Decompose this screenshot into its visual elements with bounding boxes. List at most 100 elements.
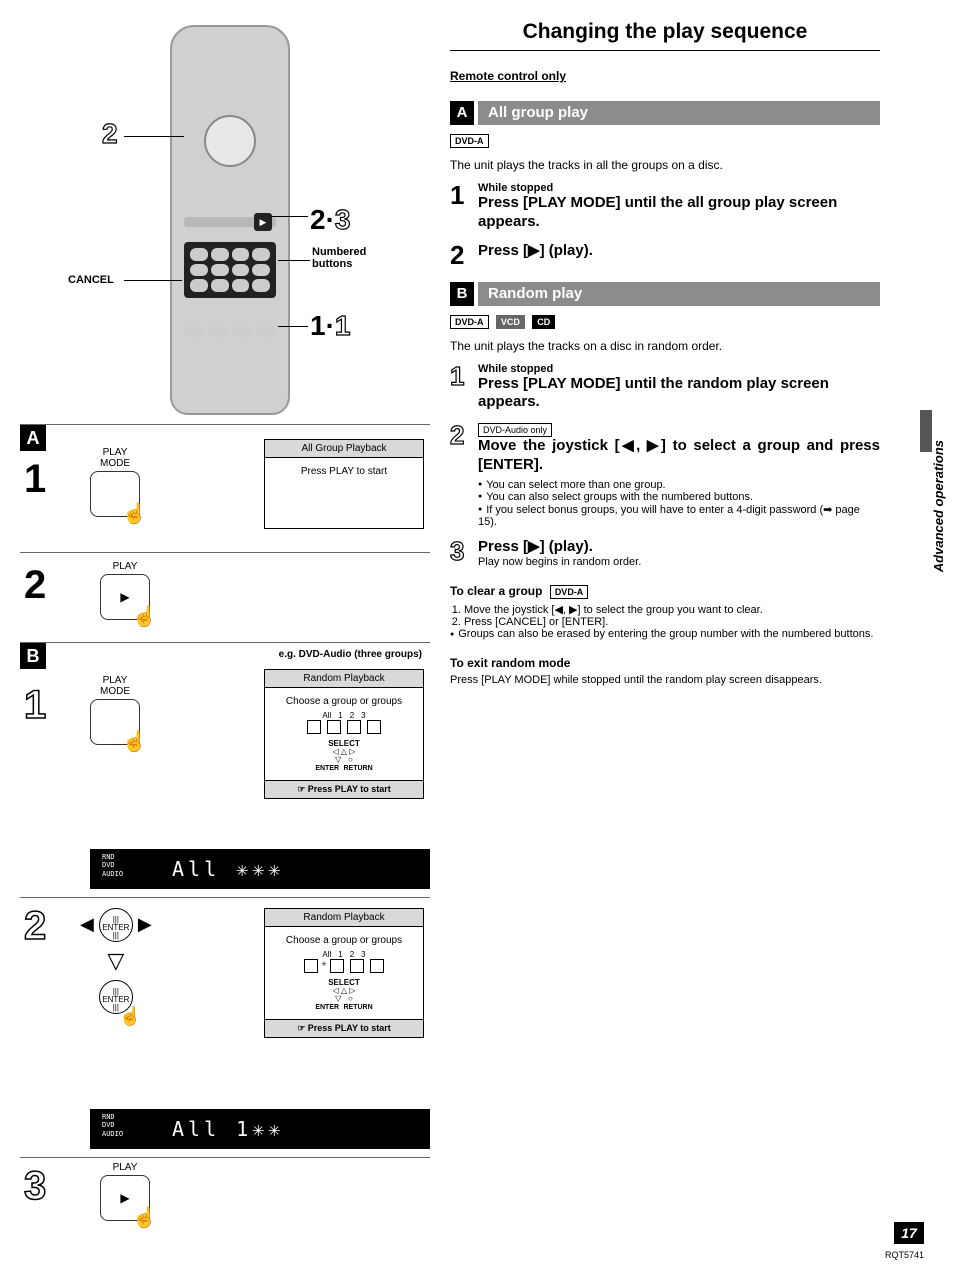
enter-press-icon: |||ENTER|||☝ [80, 980, 152, 1014]
format-note: DVD-Audio only [478, 423, 552, 437]
callout-1-1: 1·1 [310, 310, 350, 342]
panel-b-step1: B e.g. DVD-Audio (three groups) 1 PLAY M… [20, 643, 430, 898]
step-content: Press [▶] (play). [478, 242, 880, 268]
callout-line [278, 260, 310, 261]
format-badge: DVD-A [550, 585, 589, 599]
playmode-button-graphic: PLAY MODE [90, 447, 140, 520]
step-sub: Play now begins in random order. [478, 556, 880, 568]
section-a-header: A All group play [450, 101, 880, 125]
section-letter: B [450, 282, 474, 306]
osd-random2: Random Playback Choose a group or groups… [264, 908, 424, 1038]
remote-only-note: Remote control only [450, 69, 880, 83]
step-main: Press [▶] (play). [478, 242, 880, 261]
step-pre: While stopped [478, 363, 880, 375]
group-box [307, 720, 321, 734]
joystick-icon [204, 115, 256, 167]
display-strip: RND DVD AUDIO All 1✳✳ [90, 1109, 430, 1149]
osd-footer: ☞ Press PLAY to start [265, 1019, 423, 1037]
select-diagram: SELECT ◁ △ ▷ ▽ ○ ENTER RETURN [271, 979, 417, 1011]
format-badge: DVD-A [450, 315, 489, 329]
remote-diagram: ▶ 2 2·3 Numbered buttons CANCE [20, 20, 430, 425]
format-badge: VCD [496, 315, 525, 329]
section-b-header: B Random play [450, 282, 880, 306]
intro-text: The unit plays the tracks in all the gro… [450, 158, 880, 172]
panel-a-step1: A 1 PLAY MODE All Group Playback Press P… [20, 425, 430, 553]
step-number: 3 [450, 538, 478, 569]
step-number: 1 [24, 457, 46, 502]
side-section-label: Advanced operations [931, 440, 946, 572]
callout-2-3: 2·3 [310, 204, 350, 236]
group-box [367, 720, 381, 734]
format-badge: CD [532, 315, 555, 329]
right-column: Changing the play sequence Remote contro… [450, 20, 880, 1238]
step-number: 2 [24, 563, 46, 608]
callout-line [124, 280, 182, 281]
playmode-button-graphic: PLAY MODE [90, 675, 140, 748]
left-column: ▶ 2 2·3 Numbered buttons CANCE [20, 20, 430, 1238]
plus-icon: + [321, 959, 326, 969]
press-icon [90, 471, 140, 517]
document-code: RQT5741 [885, 1250, 924, 1260]
step-number: 1 [450, 363, 478, 413]
arrows-icon: ◀ |||ENTER||| ▶ [80, 908, 152, 942]
osd-body: Choose a group or groups All123 + SELECT… [265, 927, 423, 1019]
step-main: Press [PLAY MODE] until the all group pl… [478, 194, 880, 232]
step-number: 2 [24, 904, 46, 949]
page-number: 17 [894, 1222, 924, 1244]
callout-2: 2 [102, 118, 118, 150]
intro-text: The unit plays the tracks on a disc in r… [450, 339, 880, 353]
group-box [347, 720, 361, 734]
display-tags: RND DVD AUDIO [102, 853, 123, 878]
group-row: All123 + [271, 950, 417, 973]
callout-line [272, 216, 308, 217]
group-row: All123 [271, 711, 417, 734]
osd-body: Press PLAY to start [265, 458, 423, 485]
step-row: 3 Press [▶] (play). Play now begins in r… [450, 538, 880, 569]
button-label: PLAY MODE [90, 675, 140, 697]
press-icon [100, 1175, 150, 1221]
numpad-icon [184, 242, 276, 298]
list-item: Press [CANCEL] or [ENTER]. [464, 616, 880, 628]
select-diagram: SELECT ◁ △ ▷ ▽ ○ ENTER RETURN [271, 740, 417, 772]
step-row: 2 DVD-Audio only Move the joystick [◀, ▶… [450, 422, 880, 528]
page: ▶ 2 2·3 Numbered buttons CANCE [0, 0, 954, 1258]
step-number: 2 [450, 242, 478, 268]
osd-allgroup: All Group Playback Press PLAY to start [264, 439, 424, 529]
button-label: PLAY MODE [90, 447, 140, 469]
bullet-item: If you select bonus groups, you will hav… [478, 503, 880, 528]
group-box [350, 959, 364, 973]
display-text: All ✳✳✳ [172, 857, 284, 881]
callout-line [124, 136, 184, 137]
format-badges: DVD-A [450, 133, 880, 148]
step-number: 1 [24, 683, 46, 728]
osd-body: Choose a group or groups All123 SELECT ◁… [265, 688, 423, 780]
clear-note: Groups can also be erased by entering th… [450, 628, 880, 640]
bullet-item: You can also select groups with the numb… [478, 491, 880, 503]
step-content: While stopped Press [PLAY MODE] until th… [478, 363, 880, 413]
example-label: e.g. DVD-Audio (three groups) [279, 649, 422, 660]
section-letter-a: A [20, 425, 46, 451]
press-icon [90, 699, 140, 745]
osd-title: Random Playback [265, 670, 423, 688]
button-label: PLAY [100, 1162, 150, 1173]
bullet-item: You can select more than one group. [478, 479, 880, 491]
step-row: 2 Press [▶] (play). [450, 242, 880, 268]
section-title: Random play [478, 282, 880, 306]
callout-numbered-buttons: Numbered buttons [312, 246, 366, 270]
step-pre: While stopped [478, 182, 880, 194]
step-row: 1 While stopped Press [PLAY MODE] until … [450, 363, 880, 413]
osd-subtitle: Choose a group or groups [271, 696, 417, 707]
step-content: Press [▶] (play). Play now begins in ran… [478, 538, 880, 569]
press-icon [100, 574, 150, 620]
display-text: All 1✳✳ [172, 1117, 284, 1141]
panel-b-step3: 3 PLAY [20, 1158, 430, 1238]
section-letter: A [450, 101, 474, 125]
list-item: Move the joystick [◀, ▶] to select the g… [464, 603, 880, 616]
panel-a-step2: 2 PLAY [20, 553, 430, 643]
clear-group-head: To clear a group DVD-A [450, 584, 880, 599]
clear-steps: Move the joystick [◀, ▶] to select the g… [450, 603, 880, 628]
enter-circle-icon: |||ENTER||| [99, 908, 133, 942]
play-button-graphic: PLAY [100, 1162, 150, 1224]
button-label: PLAY [100, 561, 150, 572]
joystick-graphic: ◀ |||ENTER||| ▶ ▽ |||ENTER|||☝ [80, 908, 152, 1014]
